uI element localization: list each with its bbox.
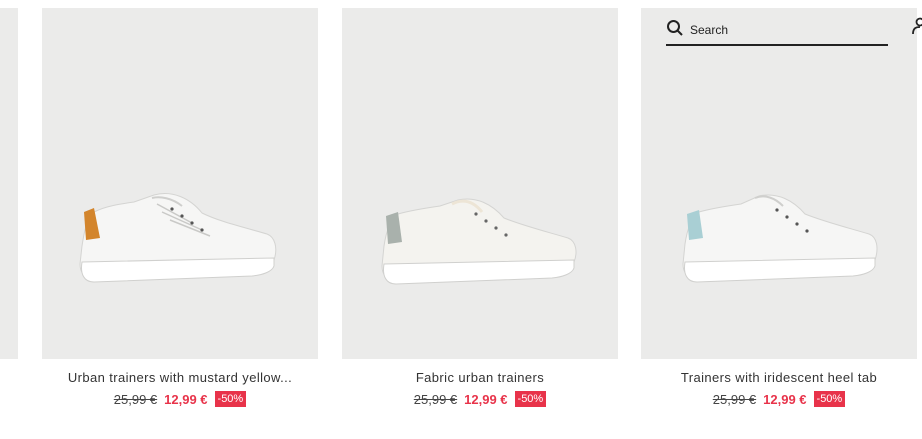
product-title[interactable]: Trainers with iridescent heel tab [641, 370, 917, 385]
previous-product-image-edge[interactable] [0, 8, 18, 359]
search-input[interactable]: Search [690, 23, 728, 37]
sneaker-illustration [381, 198, 577, 285]
original-price: 25,99 € [413, 391, 458, 407]
sale-price: 12,99 € [164, 391, 208, 407]
product-title[interactable]: Fabric urban trainers [342, 370, 618, 385]
product-image[interactable] [42, 8, 318, 359]
price-row: 25,99 € 12,99 € -50% [641, 391, 917, 407]
price-row: 25,99 € 12,99 € -50% [342, 391, 618, 407]
search-bar[interactable]: Search [666, 16, 888, 46]
discount-badge: -50% [214, 391, 247, 407]
discount-badge: -50% [813, 391, 846, 407]
sale-price: 12,99 € [464, 391, 508, 407]
discount-badge: -50% [514, 391, 547, 407]
product-image[interactable] [641, 8, 917, 359]
sale-price: 12,99 € [763, 391, 807, 407]
sneaker-illustration [79, 193, 277, 283]
product-card[interactable]: Urban trainers with mustard yellow... 25… [42, 8, 318, 407]
original-price: 25,99 € [113, 391, 158, 407]
product-card[interactable]: Trainers with iridescent heel tab 25,99 … [641, 8, 917, 407]
product-title[interactable]: Urban trainers with mustard yellow... [42, 370, 318, 385]
price-row: 25,99 € 12,99 € -50% [42, 391, 318, 407]
original-price: 25,99 € [712, 391, 757, 407]
search-icon[interactable] [666, 19, 684, 42]
user-icon[interactable] [912, 16, 922, 41]
sneaker-illustration [682, 194, 878, 283]
product-card[interactable]: Fabric urban trainers 25,99 € 12,99 € -5… [342, 8, 618, 407]
product-image[interactable] [342, 8, 618, 359]
